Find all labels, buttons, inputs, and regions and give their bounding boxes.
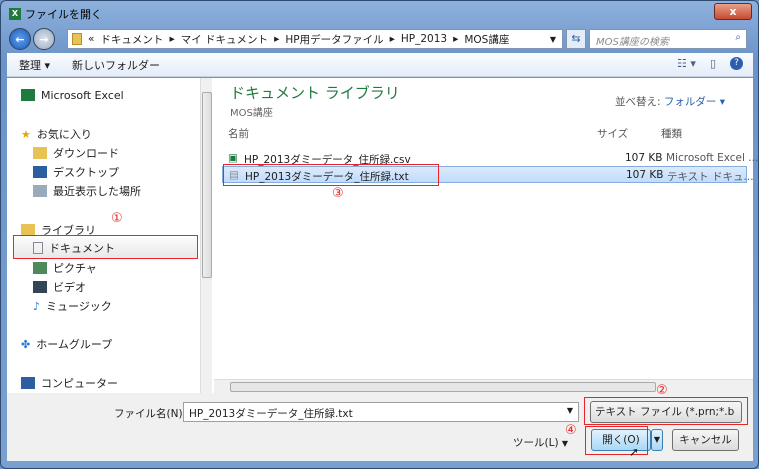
sidebar-item-recent[interactable]: 最近表示した場所 [33, 182, 141, 200]
sidebar-item-computer[interactable]: コンピューター [21, 374, 118, 392]
help-icon[interactable]: ? [730, 57, 743, 70]
filename-input[interactable]: HP_2013ダミーデータ_住所録.txt ▼ [183, 402, 579, 422]
breadcrumb-item[interactable]: MOS講座 [464, 32, 509, 47]
chevron-right-icon[interactable]: ▸ [390, 33, 395, 45]
back-button[interactable]: ← [9, 28, 31, 50]
library-subtitle: MOS講座 [230, 108, 273, 119]
dialog-footer: ファイル名(N): HP_2013ダミーデータ_住所録.txt ▼ テキスト ファ… [7, 383, 753, 461]
desktop-icon [33, 166, 47, 178]
sidebar-item-label: お気に入り [36, 128, 92, 141]
file-size: 107 KB [626, 169, 664, 181]
tools-label: ツール(L) [513, 437, 559, 449]
file-list-pane: ドキュメント ライブラリ MOS講座 並べ替え: フォルダー ▾ 名前 サイズ … [214, 78, 758, 393]
star-icon: ★ [21, 127, 31, 141]
filename-value: HP_2013ダミーデータ_住所録.txt [189, 408, 353, 420]
window-title: ファイルを開く [25, 8, 102, 21]
highlight-box [13, 235, 198, 259]
library-title: ドキュメント ライブラリ [230, 84, 400, 102]
search-placeholder: MOS講座の検索 [596, 37, 669, 48]
sidebar-item-label: ミュージック [46, 300, 112, 313]
toolbar: 整理 ▾ 新しいフォルダー ☷ ▾ ▯? [7, 53, 753, 77]
breadcrumb-item[interactable]: ドキュメント [100, 32, 163, 47]
sidebar-item-desktop[interactable]: デスクトップ [33, 163, 119, 181]
tools-menu[interactable]: ツール(L) ▼ [513, 435, 568, 450]
close-button[interactable]: x [714, 3, 752, 20]
column-name[interactable]: 名前 [228, 126, 249, 141]
sidebar-item-label: コンピューター [41, 377, 118, 390]
filename-label: ファイル名(N): [114, 408, 187, 420]
excel-csv-icon: ▣ [228, 152, 238, 164]
file-type: テキスト ドキュ... [667, 171, 754, 183]
sort-control[interactable]: 並べ替え: フォルダー ▾ [615, 94, 725, 109]
new-folder-button[interactable]: 新しいフォルダー [72, 57, 160, 73]
breadcrumb-item[interactable]: マイ ドキュメント [181, 32, 268, 47]
chevron-right-icon[interactable]: ▸ [169, 33, 174, 45]
sidebar-item-label: ホームグループ [36, 338, 113, 351]
annotation-2: ② [656, 383, 668, 398]
refresh-button[interactable]: ⇆ [566, 29, 586, 49]
scrollbar-thumb[interactable] [202, 92, 212, 278]
annotation-4: ④ [565, 423, 577, 438]
search-icon[interactable]: ⌕ [735, 32, 741, 43]
chevron-right-icon[interactable]: ▸ [453, 33, 458, 45]
sort-label: 並べ替え: [615, 96, 661, 108]
chevron-down-icon[interactable]: ▼ [550, 35, 556, 44]
mouse-cursor-icon: ➚ [629, 445, 640, 459]
cancel-button[interactable]: キャンセル [672, 429, 739, 451]
scrollbar-thumb[interactable] [230, 382, 656, 392]
excel-icon: X [9, 8, 21, 20]
music-icon: ♪ [33, 299, 41, 313]
chevron-down-icon: ▼ [561, 439, 569, 448]
folder-icon [72, 33, 82, 45]
homegroup-icon: ✤ [21, 337, 31, 351]
view-options-icon[interactable]: ☷ ▾ [677, 57, 696, 70]
open-options-dropdown[interactable]: ▼ [651, 429, 663, 451]
picture-icon [33, 262, 47, 274]
sort-dropdown[interactable]: フォルダー ▾ [664, 96, 725, 108]
nav-scrollbar[interactable] [200, 78, 212, 393]
organize-button[interactable]: 整理 ▾ [19, 57, 50, 73]
sidebar-item-videos[interactable]: ビデオ [33, 278, 86, 296]
preview-pane-icon[interactable]: ▯ [710, 57, 716, 70]
search-input[interactable]: MOS講座の検索 ⌕ [589, 29, 747, 49]
forward-button[interactable]: → [33, 28, 55, 50]
sidebar-item-label: 最近表示した場所 [53, 185, 141, 198]
chevron-down-icon[interactable]: ▼ [567, 406, 573, 415]
sidebar-item-label: デスクトップ [53, 166, 119, 179]
recent-places-icon [33, 185, 47, 197]
column-size[interactable]: サイズ [597, 126, 628, 141]
sidebar-item-downloads[interactable]: ダウンロード [33, 144, 119, 162]
breadcrumb-item[interactable]: HP_2013 [401, 33, 447, 45]
sidebar-item-homegroup[interactable]: ✤ ホームグループ [21, 335, 112, 353]
sidebar-item-favorites[interactable]: ★ お気に入り [21, 125, 92, 143]
download-folder-icon [33, 147, 47, 159]
breadcrumb-item[interactable]: HP用データファイル [285, 32, 383, 47]
navigation-pane: Microsoft Excel ★ お気に入り ダウンロード デスクトップ 最近表… [7, 78, 200, 393]
file-type: Microsoft Excel ... [666, 152, 759, 164]
video-icon [33, 281, 47, 293]
annotation-1: ① [111, 211, 123, 226]
sidebar-item-music[interactable]: ♪ ミュージック [33, 297, 112, 315]
sidebar-item-label: ダウンロード [53, 147, 119, 160]
chevron-right-icon[interactable]: ▸ [274, 33, 279, 45]
file-size: 107 KB [625, 152, 663, 164]
sidebar-item-label: ピクチャ [53, 262, 97, 275]
address-bar[interactable]: « ドキュメント ▸ マイ ドキュメント ▸ HP用データファイル ▸ HP_2013… [67, 29, 563, 49]
breadcrumb-overflow[interactable]: « [88, 33, 94, 45]
excel-icon [21, 89, 35, 101]
highlight-box [584, 397, 748, 425]
highlight-box [223, 164, 439, 186]
annotation-3: ③ [332, 186, 344, 201]
column-header: 名前 サイズ 種類 [214, 122, 753, 142]
sidebar-item-pictures[interactable]: ピクチャ [33, 259, 97, 277]
computer-icon [21, 377, 35, 389]
sidebar-item-excel[interactable]: Microsoft Excel [21, 86, 124, 104]
horizontal-scrollbar[interactable] [214, 379, 753, 393]
sidebar-item-label: ビデオ [53, 281, 86, 294]
sidebar-item-label: Microsoft Excel [41, 88, 124, 102]
title-bar: X ファイルを開く [9, 6, 102, 22]
column-type[interactable]: 種類 [661, 126, 682, 141]
open-file-dialog: X ファイルを開く x ← → « ドキュメント ▸ マイ ドキュメント ▸ HP用デー… [0, 0, 759, 469]
